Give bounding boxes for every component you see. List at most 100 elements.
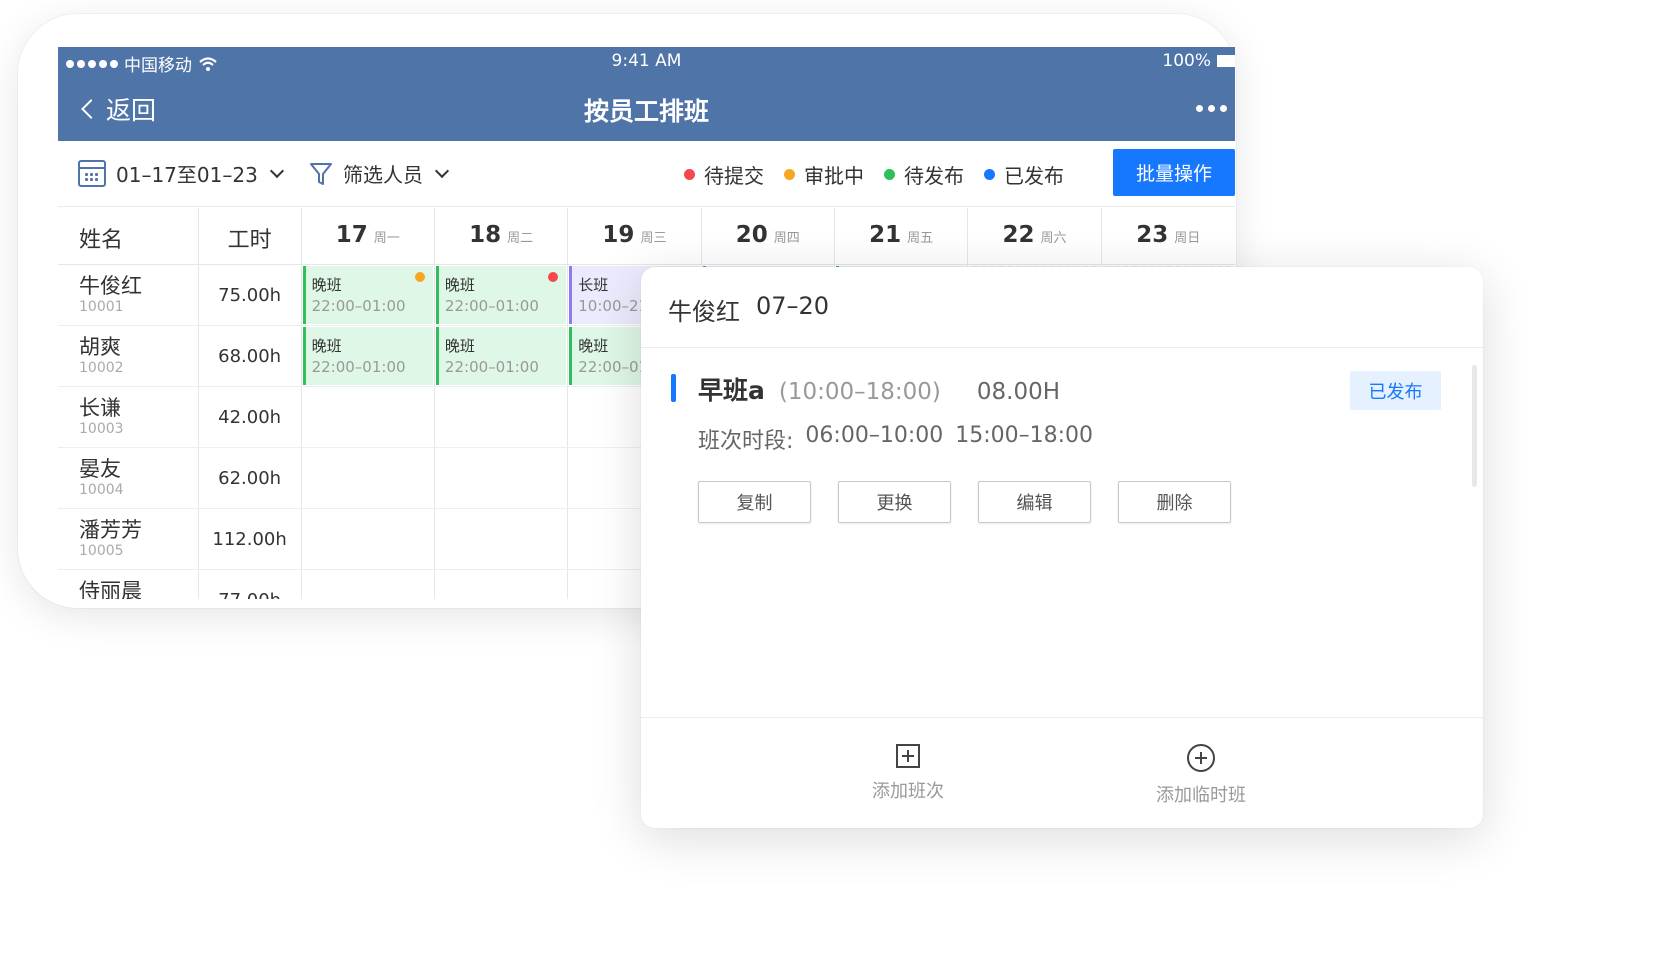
batch-operation-button[interactable]: 批量操作 (1113, 149, 1235, 196)
shift-time: 22:00–01:00 (311, 358, 406, 376)
employee-cell[interactable]: 长谦 10003 (58, 387, 199, 447)
employee-id: 10002 (79, 360, 124, 376)
shift-duration: 08.00H (976, 379, 1061, 405)
delete-button[interactable]: 删除 (1118, 481, 1231, 523)
popup-employee: 牛俊红 (668, 298, 740, 326)
hours-cell: 75.00h (199, 265, 302, 325)
date-range-picker[interactable]: 01–17至01–23 (78, 159, 284, 188)
legend-item: 待提交 (684, 160, 764, 189)
day-cell[interactable]: 晚班 22:00–01:00 (435, 326, 569, 386)
copy-button[interactable]: 复制 (698, 481, 811, 523)
add-temp-shift-button[interactable]: 添加临时班 (1156, 744, 1246, 807)
legend-label: 待提交 (704, 164, 764, 188)
day-weekday: 周四 (773, 231, 800, 246)
replace-button[interactable]: 更换 (838, 481, 951, 523)
schedule-header: 姓名 工时 17 周一 18 周二 19 周三 20 周四 21 周五 22 周六 23 周日 (58, 208, 1235, 265)
shift-time: 22:00–01:00 (444, 358, 539, 376)
shift-range: (10:00–18:00) (778, 379, 941, 405)
day-cell[interactable] (435, 387, 569, 447)
status-dot-icon (784, 169, 795, 180)
square-plus-icon (896, 744, 920, 768)
employee-name: 长谦 (79, 396, 121, 420)
shift-name: 晚班 (311, 337, 342, 355)
add-shift-button[interactable]: 添加班次 (872, 744, 944, 803)
day-header[interactable]: 21 周五 (835, 208, 969, 264)
day-weekday: 周六 (1040, 231, 1067, 246)
header-name: 姓名 (58, 208, 199, 264)
status-dot-icon (984, 169, 995, 180)
status-dot-icon (684, 169, 695, 180)
employee-name: 牛俊红 (79, 274, 142, 298)
day-cell[interactable] (435, 570, 569, 599)
filter-icon (310, 162, 332, 185)
shift-accent-bar (671, 374, 676, 402)
chevron-down-icon (269, 163, 284, 178)
shift-block[interactable]: 晚班 22:00–01:00 (302, 266, 433, 324)
status-dot-icon (414, 272, 425, 282)
toolbar: 01–17至01–23 筛选人员 待提交 审批中 待发布 已发布 批量操作 (58, 141, 1235, 207)
day-header[interactable]: 23 周日 (1102, 208, 1235, 264)
filter-label: 筛选人员 (343, 163, 423, 187)
shift-block[interactable]: 晚班 22:00–01:00 (435, 327, 567, 385)
circle-plus-icon (1187, 744, 1215, 772)
shift-actions: 复制 更换 编辑 删除 (698, 481, 1231, 523)
periods-label: 班次时段: (698, 429, 794, 454)
day-weekday: 周三 (640, 231, 667, 246)
employee-name: 晏友 (79, 457, 121, 481)
header-hours: 工时 (199, 208, 302, 264)
popup-scrollbar[interactable] (1472, 365, 1477, 487)
day-cell[interactable] (302, 509, 435, 569)
shift-name: 晚班 (444, 337, 475, 355)
day-header[interactable]: 22 周六 (968, 208, 1102, 264)
status-legend: 待提交 审批中 待发布 已发布 (684, 160, 1064, 189)
status-badge: 已发布 (1350, 371, 1441, 410)
employee-cell[interactable]: 胡爽 10002 (58, 326, 199, 386)
shift-detail-popup: 牛俊红 07–20 早班a (10:00–18:00) 08.00H 已发布 班… (641, 267, 1483, 828)
employee-name: 潘芳芳 (79, 518, 142, 542)
more-dots-icon[interactable] (1196, 105, 1227, 112)
legend-label: 审批中 (804, 164, 864, 188)
filter-staff-dropdown[interactable]: 筛选人员 (309, 159, 450, 188)
legend-label: 待发布 (904, 164, 964, 188)
employee-id: 10005 (79, 543, 124, 559)
page-title: 按员工排班 (583, 97, 709, 126)
legend-item: 审批中 (784, 160, 864, 189)
employee-name: 胡爽 (79, 335, 121, 359)
shift-time: 22:00–01:00 (311, 297, 406, 315)
employee-cell[interactable]: 牛俊红 10001 (58, 265, 199, 325)
day-cell[interactable]: 晚班 22:00–01:00 (302, 326, 435, 386)
employee-id: 10001 (79, 299, 124, 315)
day-number: 18 (469, 222, 502, 248)
status-dot-icon (884, 169, 895, 180)
day-cell[interactable]: 晚班 22:00–01:00 (302, 265, 435, 325)
day-cell[interactable] (435, 448, 569, 508)
day-header[interactable]: 19 周三 (568, 208, 702, 264)
day-cell[interactable] (435, 509, 569, 569)
shift-block[interactable]: 晚班 22:00–01:00 (435, 266, 567, 324)
day-cell[interactable] (302, 448, 435, 508)
calendar-icon (78, 160, 106, 187)
employee-cell[interactable]: 晏友 10004 (58, 448, 199, 508)
status-bar: 中国移动 9:41 AM 100% (58, 47, 1235, 77)
employee-cell[interactable]: 潘芳芳 10005 (58, 509, 199, 569)
popup-footer: 添加班次 添加临时班 (641, 717, 1483, 828)
day-header[interactable]: 17 周一 (302, 208, 435, 264)
day-cell[interactable]: 晚班 22:00–01:00 (435, 265, 569, 325)
employee-cell[interactable]: 侍丽晨 (58, 570, 199, 599)
shift-block[interactable]: 晚班 22:00–01:00 (302, 327, 433, 385)
battery-icon (1217, 55, 1235, 67)
day-header[interactable]: 20 周四 (702, 208, 835, 264)
add-temp-shift-label: 添加临时班 (1156, 785, 1246, 806)
popup-header: 牛俊红 07–20 (641, 267, 1483, 348)
add-shift-label: 添加班次 (872, 781, 944, 802)
legend-item: 已发布 (984, 160, 1064, 189)
employee-name: 侍丽晨 (79, 579, 142, 599)
day-header[interactable]: 18 周二 (435, 208, 569, 264)
legend-item: 待发布 (884, 160, 964, 189)
day-cell[interactable] (302, 570, 435, 599)
day-cell[interactable] (302, 387, 435, 447)
edit-button[interactable]: 编辑 (978, 481, 1091, 523)
hours-cell: 112.00h (199, 509, 302, 569)
popup-body: 早班a (10:00–18:00) 08.00H 已发布 班次时段: 06:00… (641, 349, 1483, 717)
hours-cell: 62.00h (199, 448, 302, 508)
